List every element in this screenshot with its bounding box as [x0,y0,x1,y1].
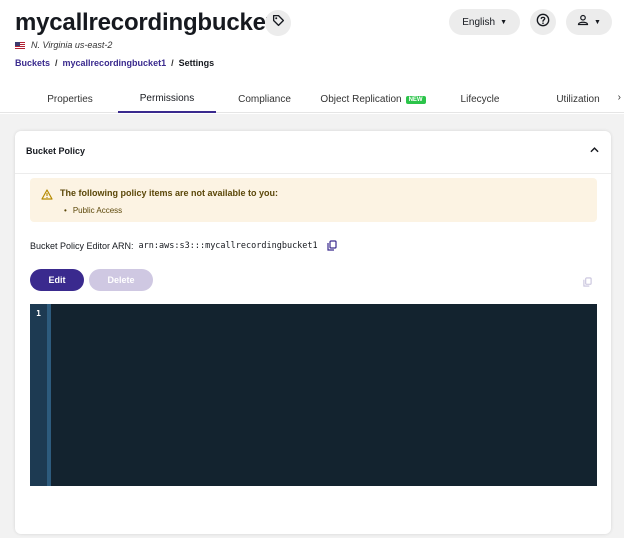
breadcrumb: Buckets / mycallrecordingbucket1 / Setti… [15,58,214,68]
region-text: N. Virginia us-east-2 [31,40,113,50]
help-button[interactable] [530,9,556,35]
tab-label: Compliance [238,94,291,105]
card-title: Bucket Policy [26,146,86,156]
breadcrumb-bucket[interactable]: mycallrecordingbucket1 [63,58,167,68]
policy-code-editor[interactable]: 1 [30,304,597,486]
editor-gutter: 1 [30,304,47,486]
tab-properties[interactable]: Properties [25,86,115,113]
page-header: mycallrecordingbucket1 N. Virginia us-ea… [0,0,624,113]
top-right-controls: English ▼ ▼ [449,9,612,35]
edit-button[interactable]: Edit [30,269,84,291]
editor-gutter-edge [47,304,51,486]
main-content: Bucket Policy The following policy items… [0,114,624,538]
divider [15,173,611,174]
caret-down-icon: ▼ [594,18,601,26]
tab-permissions[interactable]: Permissions [118,86,216,113]
arn-value: arn:aws:s3:::mycallrecordingbucket1 [138,240,318,251]
arn-label: Bucket Policy Editor ARN: [30,240,134,251]
bucket-title: mycallrecordingbucket1 [15,9,287,36]
tab-label: Properties [47,94,93,105]
arn-row: Bucket Policy Editor ARN: arn:aws:s3:::m… [30,240,337,251]
chevron-up-icon[interactable] [590,145,599,155]
alert-list-item: Public Access [64,206,122,215]
policy-alert: The following policy items are not avail… [30,178,597,222]
breadcrumb-separator: / [171,58,174,68]
tab-lifecycle[interactable]: Lifecycle [444,86,516,113]
region-label: N. Virginia us-east-2 [15,40,112,50]
user-icon [577,13,589,31]
new-badge: NEW [405,95,426,104]
language-dropdown[interactable]: English ▼ [449,9,520,35]
tag-icon [272,14,285,32]
breadcrumb-buckets[interactable]: Buckets [15,58,50,68]
us-flag-icon [15,41,25,49]
tab-label: Permissions [139,93,195,104]
bucket-policy-card: Bucket Policy The following policy items… [15,131,611,534]
breadcrumb-current: Settings [178,58,215,68]
tab-bar: Properties Permissions Compliance Object… [0,86,624,113]
tab-label: Lifecycle [460,94,500,105]
alert-title: The following policy items are not avail… [60,188,279,198]
breadcrumb-separator: / [55,58,58,68]
tab-label: Utilization [556,94,600,105]
chevron-right-icon[interactable]: › [618,92,621,103]
tab-object-replication[interactable]: Object Replication NEW [313,86,433,113]
help-circle-icon [536,13,550,32]
line-number: 1 [36,309,41,318]
delete-button[interactable]: Delete [89,269,153,291]
caret-down-icon: ▼ [500,18,507,26]
tab-compliance[interactable]: Compliance [226,86,303,113]
language-label: English [462,16,496,28]
tag-button[interactable] [265,10,291,36]
tab-utilization[interactable]: Utilization [543,86,613,113]
copy-icon[interactable] [327,240,337,251]
tab-label: Object Replication [320,94,402,105]
warning-icon [41,187,53,200]
copy-icon[interactable] [583,274,592,292]
user-menu-button[interactable]: ▼ [566,9,612,35]
